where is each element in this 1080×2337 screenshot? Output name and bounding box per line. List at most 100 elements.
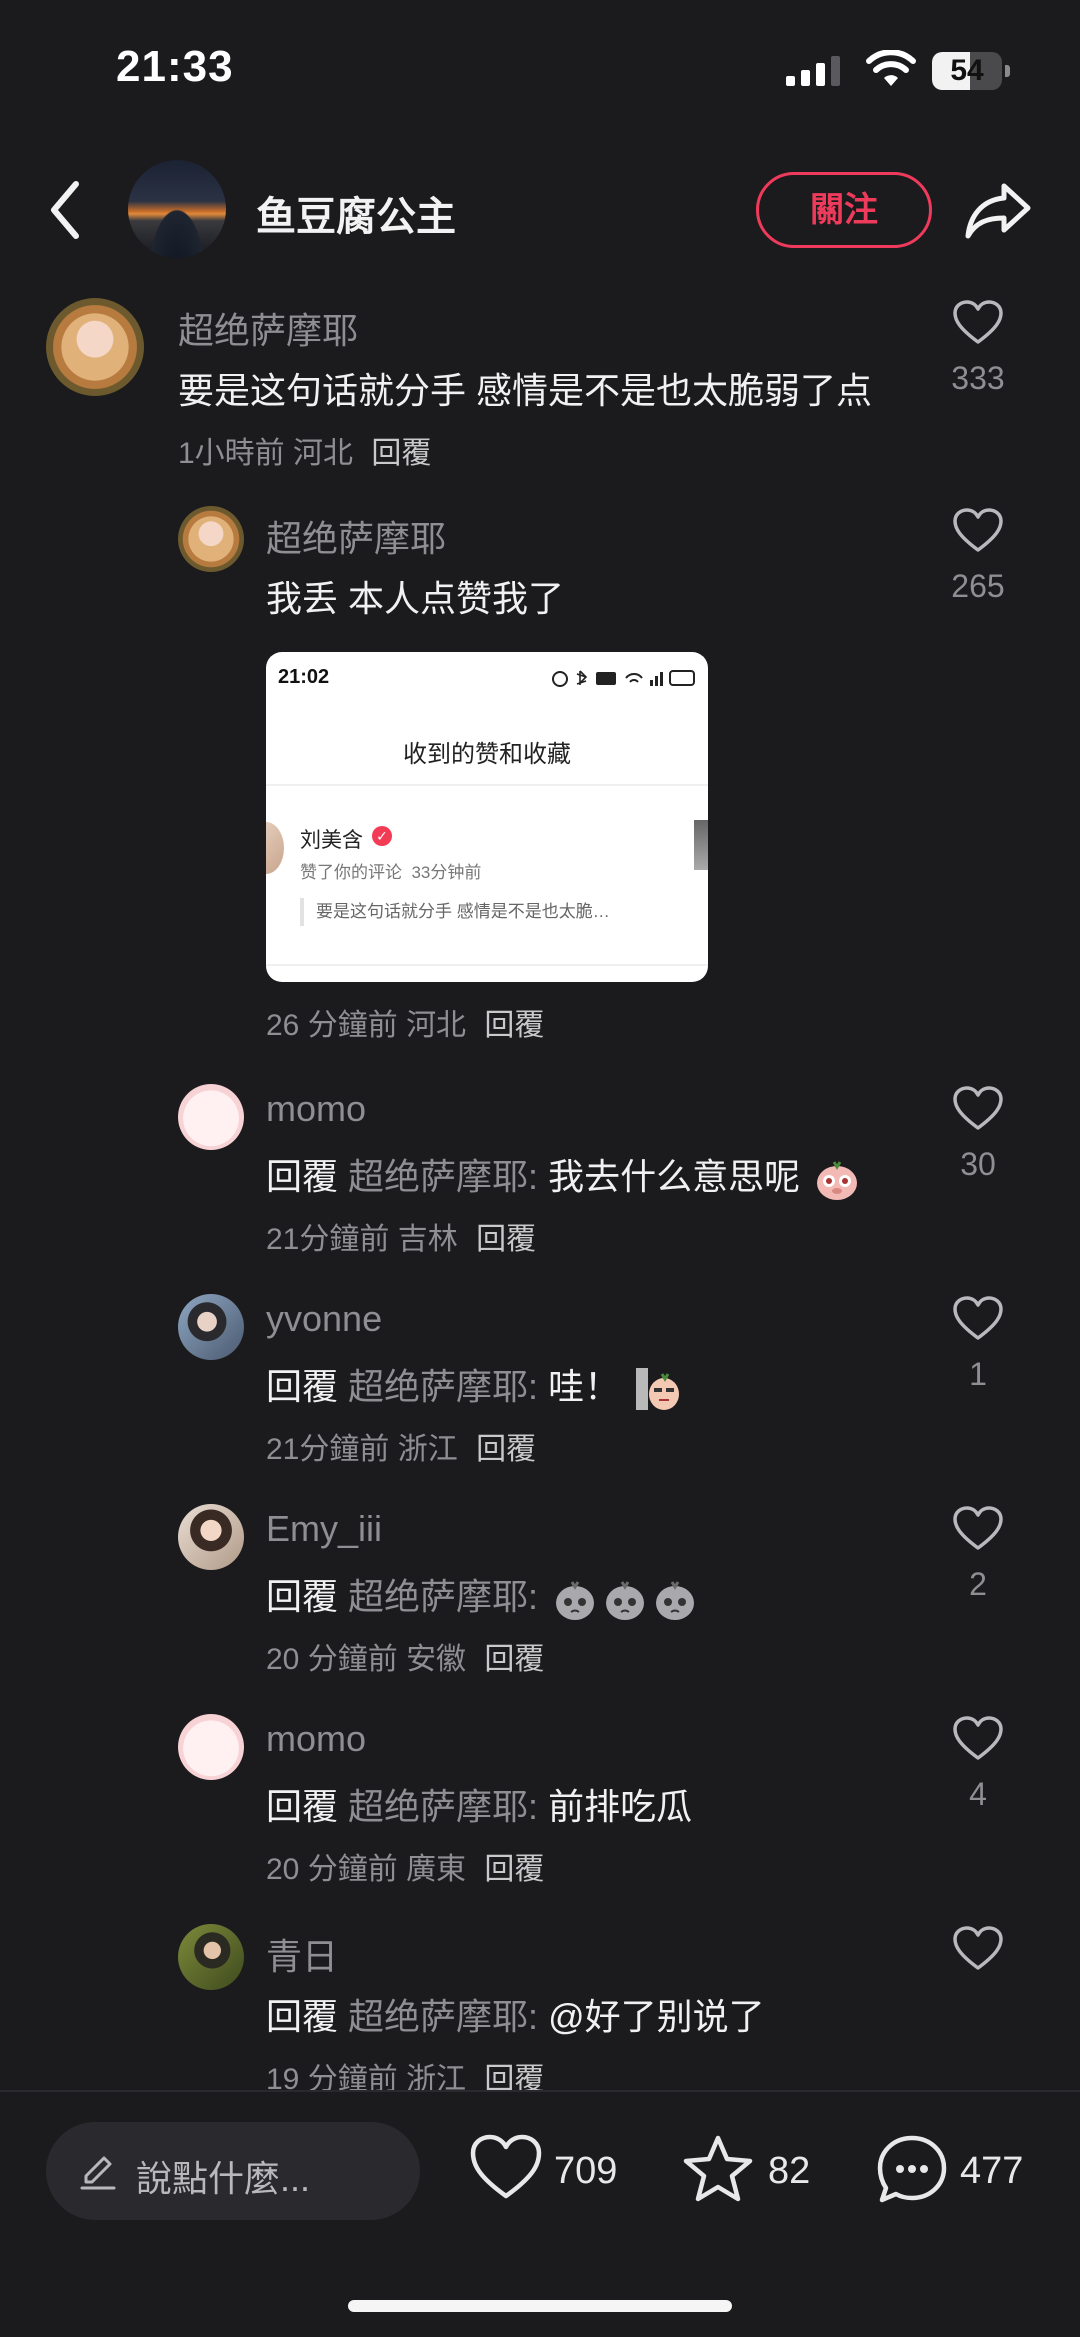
comment-meta: 21分鐘前 浙江 回覆 [266,1424,536,1468]
comments-button[interactable]: 477 [876,2134,1046,2210]
status-bar: 21:33 54 [0,0,1080,140]
comment-username[interactable]: 青日 [266,1928,338,1980]
avatar[interactable] [178,506,244,572]
speech-bubble-icon[interactable] [876,2134,948,2206]
favorite-post-button[interactable]: 82 [682,2134,822,2210]
pencil-icon [80,2156,116,2190]
star-icon[interactable] [682,2134,754,2204]
comment-meta: 26 分鐘前 河北 回覆 [266,1000,544,1044]
heart-icon[interactable] [953,508,1003,554]
post-favorite-count: 82 [768,2150,811,2192]
potato-emoji-icon [556,1581,595,1621]
heart-icon[interactable] [953,1716,1003,1762]
reply-button[interactable]: 回覆 [476,1433,536,1466]
reply-button[interactable]: 回覆 [371,437,431,470]
avatar[interactable] [178,1084,244,1150]
author-avatar[interactable] [128,160,226,258]
like-count: 265 [951,568,1005,604]
pig-emoji-icon [817,1161,858,1201]
heart-icon[interactable] [953,300,1003,346]
comment-time: 1小時前 [178,437,285,470]
comment-location: 廣東 [406,1853,467,1886]
like-control[interactable]: 265 [918,508,1038,605]
like-control[interactable]: 333 [918,300,1038,397]
like-post-button[interactable]: 709 [470,2134,630,2210]
comment-input[interactable]: 說點什麼... [46,2122,420,2220]
like-control[interactable]: 30 [918,1086,1038,1183]
status-time: 21:33 [116,42,234,91]
comment-location: 河北 [406,1009,467,1042]
shot-quoted-comment: 要是这句话就分手 感情是不是也太脆… [300,898,610,926]
peeking-emoji-icon [636,1368,680,1411]
attached-screenshot-image[interactable]: 21:02 收到的赞和收藏 刘美含 ✓ 赞了你的评论 33分钟前 要是这句话就分… [266,652,708,982]
comment-time: 21分鐘前 [266,1433,390,1466]
shot-status-time: 21:02 [278,666,330,688]
heart-icon[interactable] [953,1506,1003,1552]
avatar[interactable] [178,1504,244,1570]
comment-text[interactable]: 回覆 超绝萨摩耶: 我去什么意思呢 [266,1148,860,1202]
heart-icon[interactable] [953,1086,1003,1132]
shot-activity: 赞了你的评论 33分钟前 [300,863,482,882]
potato-emoji-icon [656,1581,695,1621]
comment-username[interactable]: Emy_iii [266,1508,382,1550]
comment-time: 20 分鐘前 [266,1853,398,1886]
shot-avatar [266,822,284,874]
reply-button[interactable]: 回覆 [484,1853,544,1886]
post-header: 鱼豆腐公主 關注 [0,150,1080,270]
share-icon[interactable] [964,180,1032,240]
like-count: 4 [969,1776,987,1812]
post-comment-count: 477 [960,2150,1024,2192]
comment-text[interactable]: 回覆 超绝萨摩耶: @好了别说了 [266,1988,765,2040]
like-control[interactable] [918,1926,1038,1986]
comment-text[interactable]: 回覆 超绝萨摩耶: 前排吃瓜 [266,1778,692,1830]
reply-button[interactable]: 回覆 [484,1643,544,1676]
comment-location: 吉林 [397,1223,458,1256]
comment-username[interactable]: momo [266,1088,366,1130]
home-indicator[interactable] [348,2300,732,2312]
battery-level: 54 [950,54,984,87]
comment-username[interactable]: yvonne [266,1298,382,1340]
heart-icon[interactable] [470,2134,542,2202]
comment-time: 20 分鐘前 [266,1643,398,1676]
avatar[interactable] [46,298,144,396]
comment-input-placeholder: 說點什麼... [136,2158,311,2199]
comment-location: 安徽 [406,1643,467,1676]
comment-time: 26 分鐘前 [266,1009,398,1042]
comment-meta: 20 分鐘前 安徽 回覆 [266,1634,544,1678]
like-count: 2 [969,1566,987,1602]
cellular-signal-icon [786,56,840,86]
author-name[interactable]: 鱼豆腐公主 [256,184,456,242]
comment-username[interactable]: 超绝萨摩耶 [266,510,446,562]
comment-text[interactable]: 回覆 超绝萨摩耶: [266,1568,698,1622]
shot-title: 收到的赞和收藏 [403,741,571,768]
comment-meta: 21分鐘前 吉林 回覆 [266,1214,536,1258]
shot-thumbnail [694,820,708,870]
heart-icon[interactable] [953,1296,1003,1342]
comment-location: 浙江 [397,1433,458,1466]
wifi-icon [866,50,916,86]
comment-text[interactable]: 要是这句话就分手 感情是不是也太脆弱了点 [178,362,872,414]
back-arrow-icon[interactable] [44,178,88,242]
potato-emoji-icon [606,1581,645,1621]
comment-location: 河北 [293,437,354,470]
like-count: 1 [969,1356,987,1392]
reply-button[interactable]: 回覆 [484,1009,544,1042]
avatar[interactable] [178,1924,244,1990]
comment-username[interactable]: 超绝萨摩耶 [178,302,358,354]
heart-icon[interactable] [953,1926,1003,1972]
avatar[interactable] [178,1294,244,1360]
avatar[interactable] [178,1714,244,1780]
battery-icon: 54 [932,52,1010,90]
like-control[interactable]: 2 [918,1506,1038,1603]
comment-meta: 1小時前 河北 回覆 [178,428,431,472]
like-control[interactable]: 1 [918,1296,1038,1393]
comment-text[interactable]: 回覆 超绝萨摩耶: 哇！ [266,1358,680,1412]
comment-time: 21分鐘前 [266,1223,390,1256]
comment-text[interactable]: 我丢 本人点赞我了 [266,570,564,622]
like-control[interactable]: 4 [918,1716,1038,1813]
reply-button[interactable]: 回覆 [476,1223,536,1256]
comment-username[interactable]: momo [266,1718,366,1760]
follow-button[interactable]: 關注 [756,172,932,248]
comment-meta: 20 分鐘前 廣東 回覆 [266,1844,544,1888]
like-count: 30 [960,1146,996,1182]
